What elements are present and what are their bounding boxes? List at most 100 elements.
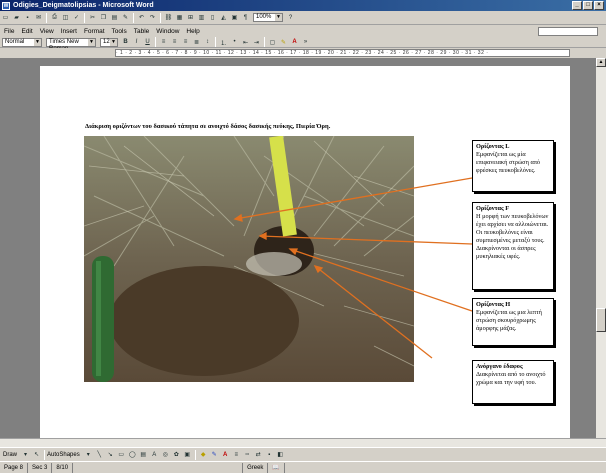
minimize-button[interactable]: _ [572,1,582,10]
help-icon[interactable]: ? [286,13,295,22]
print-icon[interactable]: ⎙ [50,13,59,22]
ruler-scale[interactable]: · 1 · 2 · 3 · 4 · 5 · 6 · 7 · 8 · 9 · 10… [115,49,570,57]
style-combo[interactable]: Normal ▼ [2,37,42,47]
wordart-icon[interactable]: A [150,450,159,459]
label-body: Διακρίνεται από το ανοιχτό χρώμα και την… [476,371,546,386]
border-icon[interactable]: ▢ [268,38,277,47]
clipart-icon[interactable]: ✿ [172,450,181,459]
undo-icon[interactable]: ↶ [137,13,146,22]
format-painter-icon[interactable]: ✎ [121,13,130,22]
font-size-combo[interactable]: 12 ▼ [100,37,118,47]
align-center-icon[interactable]: ≡ [170,38,179,47]
status-position [73,462,244,473]
close-button[interactable]: × [594,1,604,10]
maximize-button[interactable]: □ [583,1,593,10]
menu-window[interactable]: Window [156,28,179,35]
document-map-icon[interactable]: ▣ [230,13,239,22]
document-page[interactable]: Διάκριση οριζόντων του δασικού τάπητα σε… [40,66,570,438]
line-icon[interactable]: ╲ [95,450,104,459]
zoom-combo[interactable]: 100% ▼ [253,13,283,22]
font-color-icon[interactable]: A [290,38,299,47]
bold-icon[interactable]: B [121,38,130,47]
line-color-icon[interactable]: ✎ [210,450,219,459]
diagram-icon[interactable]: ◎ [161,450,170,459]
scroll-thumb[interactable] [596,308,606,332]
email-icon[interactable]: ✉ [34,13,43,22]
chevron-down-icon[interactable]: ▼ [275,14,282,21]
menu-format[interactable]: Format [84,28,105,35]
font-size-value: 12 [103,38,110,45]
ask-question-box[interactable] [538,26,598,36]
open-folder-icon[interactable]: ▰ [12,13,21,22]
fill-color-icon[interactable]: ◆ [199,450,208,459]
columns-icon[interactable]: ▯ [208,13,217,22]
text-box-icon[interactable]: ▤ [139,450,148,459]
bullets-icon[interactable]: • [230,38,239,47]
spelling-status-icon[interactable]: 📖 [268,462,285,473]
menu-tools[interactable]: Tools [112,28,127,35]
italic-icon[interactable]: I [132,38,141,47]
oval-icon[interactable]: ◯ [128,450,137,459]
hyperlink-icon[interactable]: ⛓ [164,13,173,22]
scroll-up-icon[interactable]: ▲ [596,58,606,67]
save-icon[interactable]: ▪ [23,13,32,22]
copy-icon[interactable]: ❐ [99,13,108,22]
redo-icon[interactable]: ↷ [148,13,157,22]
show-hide-icon[interactable]: ¶ [241,13,250,22]
label-body: Εμφανίζεται ως μία επιφανειακή στρώση απ… [476,151,541,174]
tables-borders-icon[interactable]: ▦ [175,13,184,22]
new-document-icon[interactable]: ▭ [1,13,10,22]
chevron-down-icon[interactable]: ▼ [34,38,41,46]
chevron-down-icon[interactable]: ▾ [84,450,93,459]
chevron-down-icon[interactable]: ▼ [88,38,95,46]
chevron-down-icon[interactable]: ▼ [110,38,117,46]
zoom-value: 100% [256,14,272,20]
decrease-indent-icon[interactable]: ⇤ [241,38,250,47]
toolbar-separator [264,37,265,47]
label-horizon-l[interactable]: Ορίζοντας L Εμφανίζεται ως μία επιφανεια… [472,140,554,192]
draw-menu-button[interactable]: Draw [3,452,17,458]
shadow-icon[interactable]: ▪ [265,450,274,459]
menu-table[interactable]: Table [134,28,150,35]
arrow-style-icon[interactable]: ⇄ [254,450,263,459]
menu-insert[interactable]: Insert [61,28,77,35]
paste-icon[interactable]: ▤ [110,13,119,22]
align-right-icon[interactable]: ≡ [181,38,190,47]
horizontal-scrollbar[interactable] [0,438,606,447]
label-horizon-h[interactable]: Ορίζοντας H Εμφανίζεται ως μια λεπτή στρ… [472,298,554,346]
vertical-scrollbar[interactable]: ▲ [596,58,606,438]
toolbar-options-icon[interactable]: » [301,38,310,47]
label-horizon-f[interactable]: Ορίζοντας F Η μορφή των πευκοβελόνων έχε… [472,202,554,290]
align-left-icon[interactable]: ≡ [159,38,168,47]
dash-style-icon[interactable]: ┅ [243,450,252,459]
label-mineral-soil[interactable]: Ανόργανο έδαφος Διακρίνεται από το ανοιχ… [472,360,554,404]
menu-help[interactable]: Help [186,28,199,35]
cut-icon[interactable]: ✂ [88,13,97,22]
insert-table-icon[interactable]: ⊞ [186,13,195,22]
arrow-line-l [234,177,473,220]
insert-excel-icon[interactable]: ▥ [197,13,206,22]
menu-file[interactable]: File [4,28,14,35]
autoshapes-menu-button[interactable]: AutoShapes [47,452,80,458]
picture-icon[interactable]: ▣ [183,450,192,459]
font-combo[interactable]: Times New Roman▼ [46,37,96,52]
chevron-down-icon[interactable]: ▾ [21,450,30,459]
select-objects-icon[interactable]: ↖ [32,450,41,459]
arrow-icon[interactable]: ↘ [106,450,115,459]
highlight-icon[interactable]: ✎ [279,38,288,47]
justify-icon[interactable]: ≣ [192,38,201,47]
line-style-icon[interactable]: ≡ [232,450,241,459]
print-preview-icon[interactable]: ◫ [61,13,70,22]
font-color-icon[interactable]: A [221,450,230,459]
numbering-icon[interactable]: ⒈ [219,38,228,47]
increase-indent-icon[interactable]: ⇥ [252,38,261,47]
drawing-icon[interactable]: ◭ [219,13,228,22]
menu-edit[interactable]: Edit [21,28,32,35]
rectangle-icon[interactable]: ▭ [117,450,126,459]
word-app-icon[interactable]: W [2,1,10,10]
line-spacing-icon[interactable]: ↕ [203,38,212,47]
menu-view[interactable]: View [40,28,54,35]
3d-icon[interactable]: ◧ [276,450,285,459]
underline-icon[interactable]: U [143,38,152,47]
spelling-icon[interactable]: ✓ [72,13,81,22]
